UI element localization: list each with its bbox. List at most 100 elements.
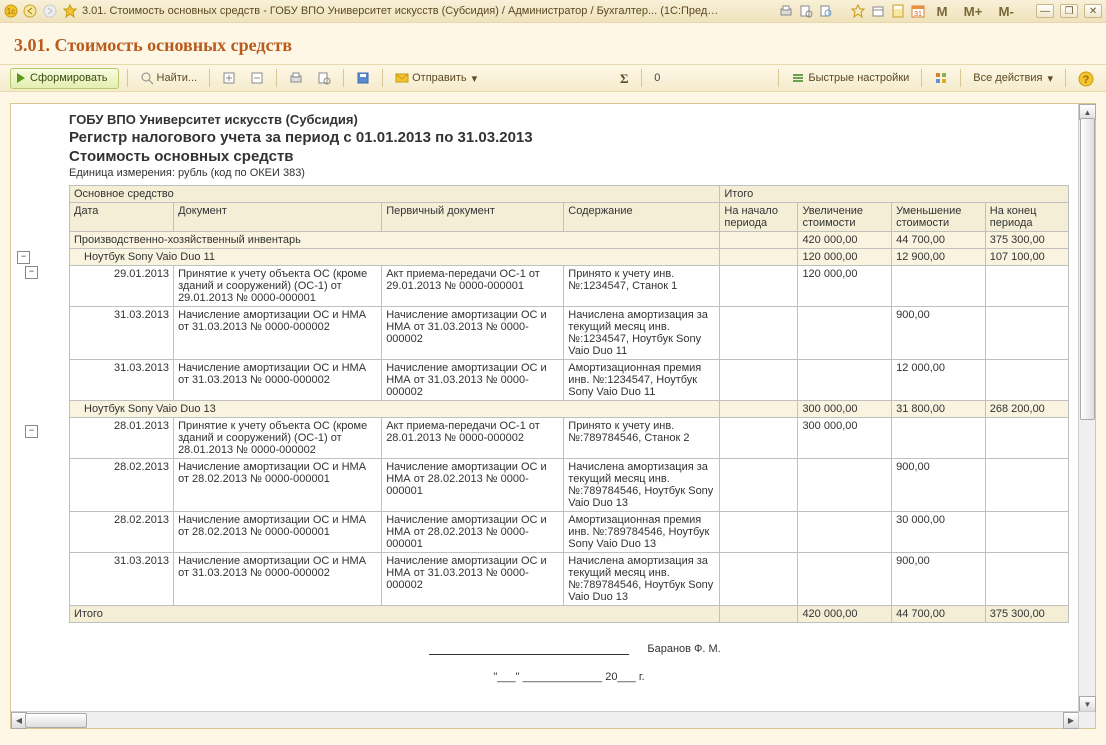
table-cell xyxy=(720,307,798,360)
table-cell: 300 000,00 xyxy=(798,418,892,459)
close-button[interactable]: ✕ xyxy=(1084,4,1102,18)
table-cell xyxy=(720,232,798,249)
table-cell xyxy=(720,266,798,307)
col-dec: Уменьшение стоимости xyxy=(892,203,986,232)
favorites-icon[interactable] xyxy=(850,3,866,19)
chevron-down-icon: ▾ xyxy=(1047,72,1053,85)
nav-back-button[interactable] xyxy=(22,3,38,19)
history-icon[interactable] xyxy=(870,3,886,19)
horizontal-scrollbar[interactable]: ◀ ▶ xyxy=(11,711,1079,728)
print-button[interactable] xyxy=(285,68,307,88)
app-logo-icon: 1c xyxy=(4,4,18,18)
table-row[interactable]: 28.02.2013Начисление амортизации ОС и НМ… xyxy=(70,512,1069,553)
table-cell: Итого xyxy=(70,606,720,623)
table-cell: Начисление амортизации ОС и НМА от 28.02… xyxy=(174,459,382,512)
table-row[interactable]: 28.01.2013Принятие к учету объекта ОС (к… xyxy=(70,418,1069,459)
tree-toggle[interactable]: − xyxy=(17,251,30,264)
generate-label: Сформировать xyxy=(30,72,108,84)
table-cell xyxy=(720,360,798,401)
print-preview-button[interactable] xyxy=(313,68,335,88)
favorite-star-icon[interactable] xyxy=(62,3,78,19)
collapse-all-button[interactable] xyxy=(246,68,268,88)
scroll-corner xyxy=(1078,711,1095,728)
table-cell: Начисление амортизации ОС и НМА от 31.03… xyxy=(382,307,564,360)
tree-toggle[interactable]: − xyxy=(25,266,38,279)
sum-button[interactable]: Σ xyxy=(613,68,635,88)
variant-button[interactable] xyxy=(930,68,952,88)
report-table: Основное средство Итого Дата Документ Пе… xyxy=(69,185,1069,623)
table-cell: 28.01.2013 xyxy=(70,418,174,459)
envelope-icon xyxy=(395,71,409,85)
report-scroll: − − − ГОБУ ВПО Университет искусств (Суб… xyxy=(11,104,1079,712)
find-label: Найти... xyxy=(157,72,198,84)
generate-button[interactable]: Сформировать xyxy=(10,68,119,89)
scroll-thumb[interactable] xyxy=(25,713,87,728)
print-preview-icon[interactable] xyxy=(798,3,814,19)
tree-toggle[interactable]: − xyxy=(25,425,38,438)
restore-button[interactable]: ❐ xyxy=(1060,4,1078,18)
scroll-thumb[interactable] xyxy=(1080,118,1095,420)
col-doc: Документ xyxy=(174,203,382,232)
table-row[interactable]: 31.03.2013 Начисление амортизации ОС и НМ… xyxy=(70,307,1069,360)
help-button[interactable]: ? xyxy=(1074,68,1096,88)
report-pane: − − − ГОБУ ВПО Университет искусств (Суб… xyxy=(10,103,1096,729)
find-button[interactable]: Найти... xyxy=(136,68,202,88)
nav-fwd-button[interactable] xyxy=(42,3,58,19)
table-cell: 900,00 xyxy=(892,307,986,360)
print-icon[interactable] xyxy=(778,3,794,19)
col-date: Дата xyxy=(70,203,174,232)
play-icon xyxy=(17,73,25,83)
table-row[interactable]: 28.02.2013Начисление амортизации ОС и НМ… xyxy=(70,459,1069,512)
table-cell xyxy=(720,418,798,459)
search-icon xyxy=(140,71,154,85)
calendar-icon[interactable]: 31 xyxy=(910,3,926,19)
signature-date: "___" _____________ 20___ г. xyxy=(69,671,1069,683)
table-cell: Начисление амортизации ОС и НМА от 31.03… xyxy=(382,360,564,401)
table-cell xyxy=(720,459,798,512)
vertical-scrollbar[interactable]: ▲ ▼ xyxy=(1078,104,1095,712)
table-row[interactable]: Ноутбук Sony Vaio Duo 13300 000,0031 800… xyxy=(70,401,1069,418)
quick-settings-label: Быстрые настройки xyxy=(808,72,909,84)
col-end: На конец периода xyxy=(985,203,1068,232)
table-cell: Начислена амортизация за текущий месяц и… xyxy=(564,553,720,606)
scroll-down-icon[interactable]: ▼ xyxy=(1079,696,1096,712)
table-cell xyxy=(985,553,1068,606)
table-row[interactable]: Итого420 000,0044 700,00375 300,00 xyxy=(70,606,1069,623)
org-name: ГОБУ ВПО Университет искусств (Субсидия) xyxy=(69,112,1079,127)
memory-mplus-button[interactable]: M+ xyxy=(958,3,989,19)
svg-text:?: ? xyxy=(1083,74,1090,86)
table-cell: 120 000,00 xyxy=(798,249,892,266)
col-content: Содержание xyxy=(564,203,720,232)
minimize-button[interactable]: — xyxy=(1036,4,1054,18)
scroll-right-icon[interactable]: ▶ xyxy=(1063,712,1079,729)
send-button[interactable]: Отправить▾ xyxy=(391,68,481,88)
table-cell: Амортизационная премия инв. №:789784546,… xyxy=(564,512,720,553)
expand-all-button[interactable] xyxy=(218,68,240,88)
table-cell: 300 000,00 xyxy=(798,401,892,418)
table-row[interactable]: 31.03.2013Начисление амортизации ОС и НМ… xyxy=(70,553,1069,606)
table-row[interactable]: 29.01.2013Принятие к учету объекта ОС (к… xyxy=(70,266,1069,307)
memory-mminus-button[interactable]: M- xyxy=(992,3,1020,19)
doc-search-icon[interactable] xyxy=(818,3,834,19)
table-row[interactable]: Производственно-хозяйственный инвентарь4… xyxy=(70,232,1069,249)
chevron-down-icon: ▾ xyxy=(472,72,478,85)
table-cell: Производственно-хозяйственный инвентарь xyxy=(70,232,720,249)
expand-icon xyxy=(222,71,236,85)
table-cell xyxy=(985,512,1068,553)
table-row[interactable]: Ноутбук Sony Vaio Duo 11120 000,0012 900… xyxy=(70,249,1069,266)
table-row[interactable]: 31.03.2013Начисление амортизации ОС и НМ… xyxy=(70,360,1069,401)
memory-m-button[interactable]: M xyxy=(930,3,953,19)
calc-icon[interactable] xyxy=(890,3,906,19)
table-cell xyxy=(985,459,1068,512)
table-cell: Акт приема-передачи ОС-1 от 28.01.2013 №… xyxy=(382,418,564,459)
table-cell: 375 300,00 xyxy=(985,606,1068,623)
save-button[interactable] xyxy=(352,68,374,88)
toolbar: Сформировать Найти... Отправить▾ Σ 0 Быс… xyxy=(0,64,1106,92)
all-actions-button[interactable]: Все действия▾ xyxy=(969,68,1057,88)
table-cell: 107 100,00 xyxy=(985,249,1068,266)
table-cell: 31.03.2013 xyxy=(70,307,174,360)
quick-settings-button[interactable]: Быстрые настройки xyxy=(787,68,913,88)
table-cell: 44 700,00 xyxy=(892,606,986,623)
table-cell: 12 900,00 xyxy=(892,249,986,266)
col-prim: Первичный документ xyxy=(382,203,564,232)
